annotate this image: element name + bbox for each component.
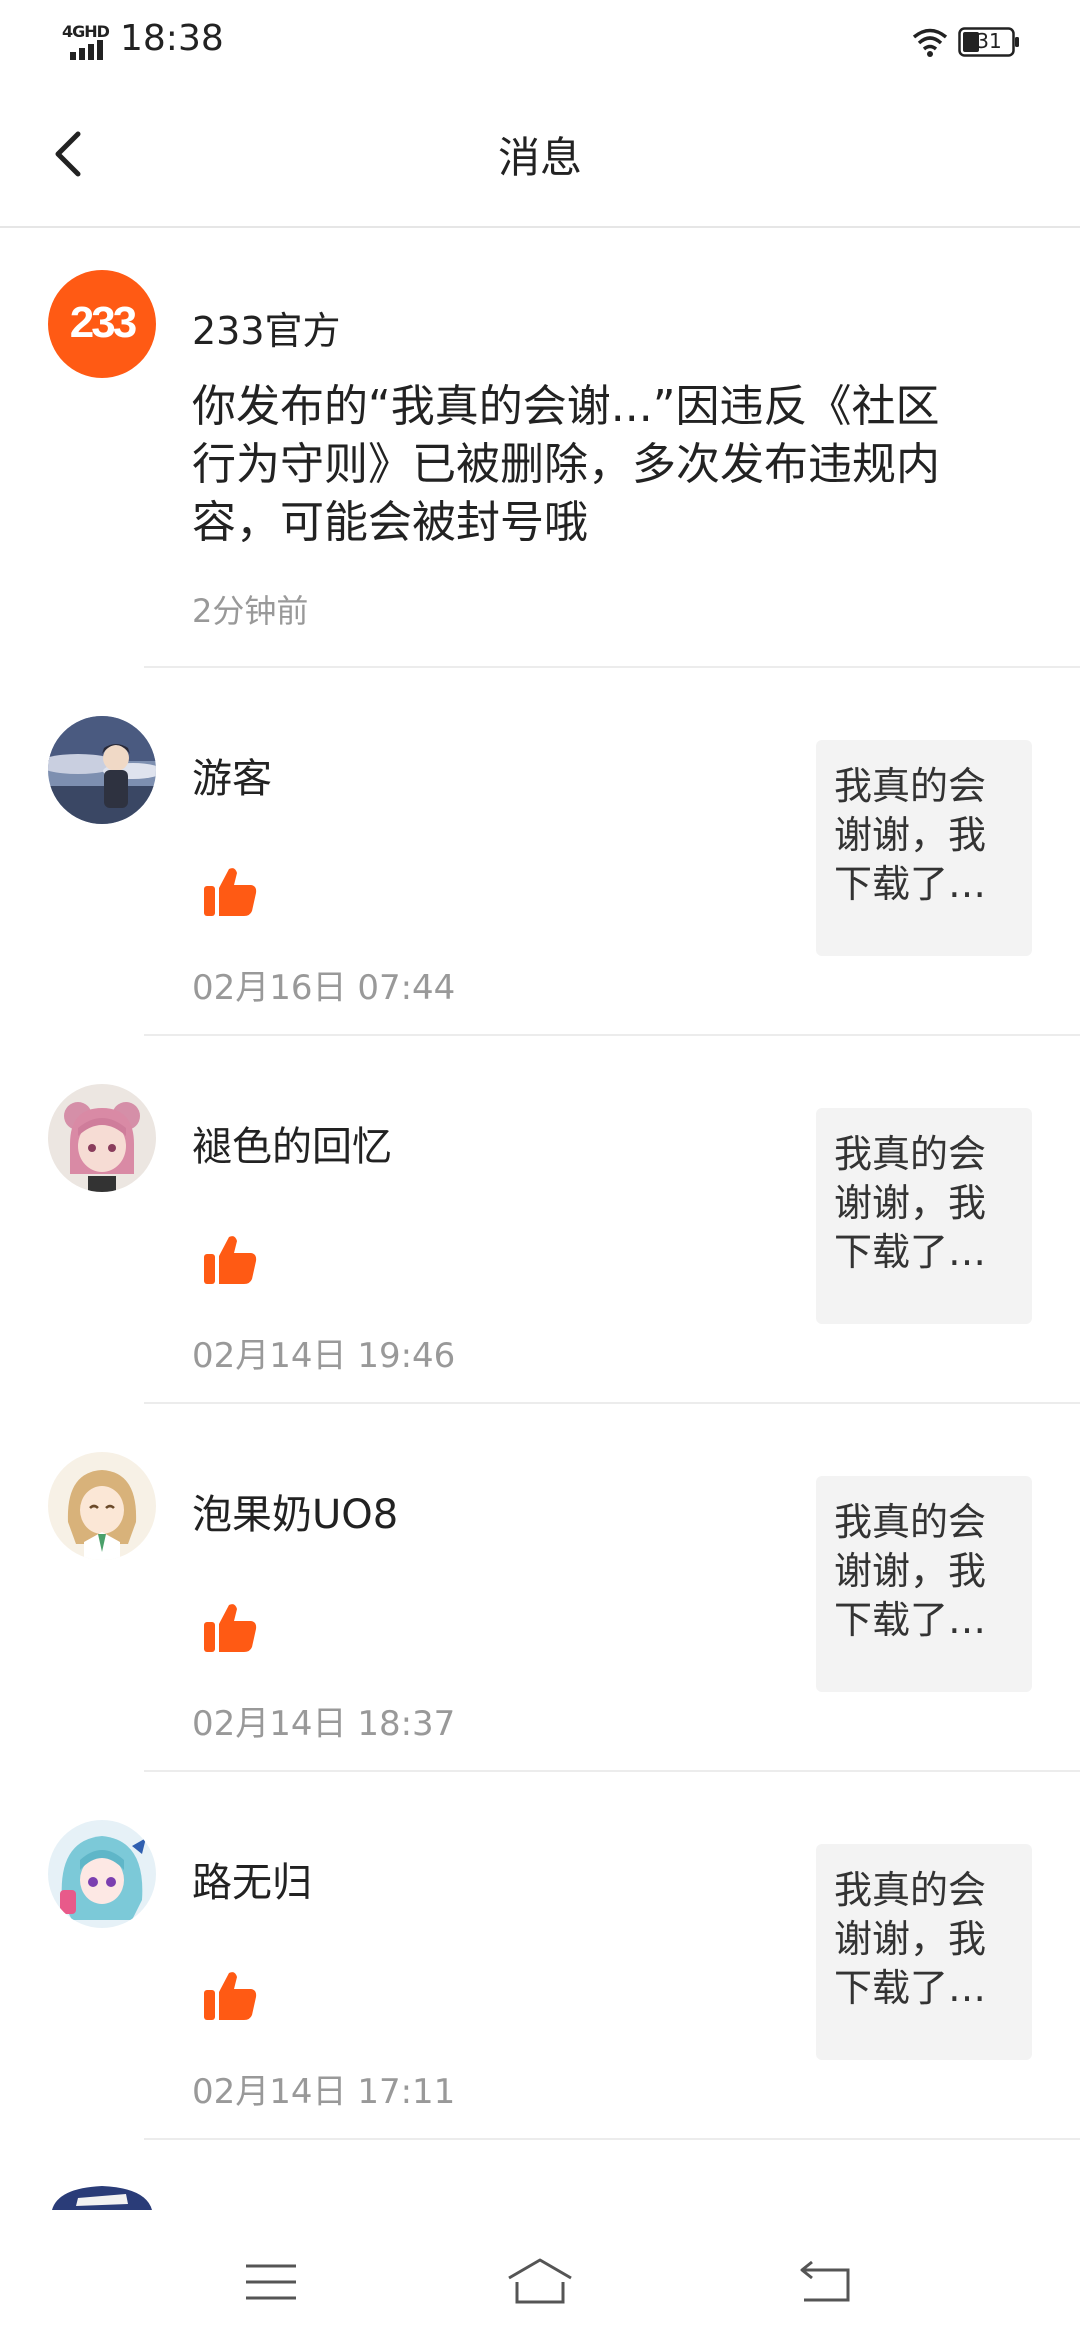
menu-icon	[246, 2264, 296, 2300]
user-name: 路无归	[192, 1860, 312, 1906]
post-preview-text: 我真的会谢谢，我下载了…	[834, 1500, 987, 1642]
user-avatar[interactable]	[48, 1084, 156, 1192]
post-preview-card[interactable]: 我真的会谢谢，我下载了…	[816, 740, 1032, 956]
user-name: 游客	[192, 756, 272, 802]
home-button[interactable]	[505, 2252, 575, 2312]
notification-time: 02月14日 17:11	[192, 2072, 456, 2112]
status-time: 18:38	[120, 18, 224, 59]
notification-row[interactable]: 泡果奶UO8 02月14日 18:37 我真的会谢谢，我下载了…	[0, 1404, 1080, 1770]
notification-time: 02月16日 07:44	[192, 968, 456, 1008]
post-preview-card[interactable]: 我真的会谢谢，我下载了…	[816, 1476, 1032, 1692]
post-preview-card[interactable]: 我真的会谢谢，我下载了…	[816, 1108, 1032, 1324]
user-avatar[interactable]	[48, 1820, 156, 1928]
post-preview-text: 我真的会谢谢，我下载了…	[834, 1132, 987, 1274]
notification-row[interactable]: 游客 02月16日 07:44 我真的会谢谢，我下载了…	[0, 668, 1080, 1034]
user-name: 褪色的回忆	[192, 1124, 392, 1170]
wifi-icon	[912, 28, 948, 57]
avatar-image	[48, 1452, 156, 1560]
header-bar: 消息	[0, 84, 1080, 228]
post-preview-text: 我真的会谢谢，我下载了…	[834, 1868, 987, 2010]
avatar-image	[48, 1084, 156, 1192]
list-divider	[144, 2138, 1080, 2140]
menu-button[interactable]	[236, 2252, 306, 2312]
user-avatar-partial[interactable]	[48, 2184, 156, 2210]
notification-time: 02月14日 19:46	[192, 1336, 456, 1376]
official-timestamp: 2分钟前	[192, 592, 309, 630]
system-back-button[interactable]	[790, 2252, 860, 2312]
post-preview-card[interactable]: 我真的会谢谢，我下载了…	[816, 1844, 1032, 2060]
return-icon	[800, 2260, 850, 2302]
post-preview-text: 我真的会谢谢，我下载了…	[834, 764, 987, 906]
like-icon	[204, 868, 257, 916]
official-logo-text: 233	[69, 298, 137, 347]
battery-level: 31	[976, 29, 1002, 53]
official-name: 233官方	[192, 309, 341, 353]
status-bar: 4GHD 18:38 31	[0, 0, 1080, 84]
avatar-image	[52, 2186, 152, 2210]
user-name: 泡果奶UO8	[192, 1492, 399, 1538]
avatar-image	[48, 1820, 156, 1928]
system-nav-bar	[0, 2212, 1080, 2340]
like-icon	[204, 1236, 257, 1284]
like-icon	[204, 1604, 257, 1652]
notification-row[interactable]: 褪色的回忆 02月14日 19:46 我真的会谢谢，我下载了…	[0, 1036, 1080, 1402]
official-message: 你发布的“我真的会谢...”因违反《社区行为守则》已被删除，多次发布违规内容，可…	[192, 381, 940, 548]
user-avatar[interactable]	[48, 1452, 156, 1560]
signal-icon	[70, 40, 103, 60]
like-icon	[204, 1972, 257, 2020]
official-notice[interactable]: 233 233官方 你发布的“我真的会谢...”因违反《社区行为守则》已被删除，…	[0, 228, 1080, 668]
user-avatar[interactable]	[48, 716, 156, 824]
notification-time: 02月14日 18:37	[192, 1704, 456, 1744]
page-title: 消息	[497, 133, 582, 182]
notification-row[interactable]: 路无归 02月14日 17:11 我真的会谢谢，我下载了…	[0, 1772, 1080, 2138]
official-avatar[interactable]: 233	[48, 270, 156, 378]
home-icon	[508, 2258, 572, 2304]
avatar-image	[48, 716, 156, 824]
